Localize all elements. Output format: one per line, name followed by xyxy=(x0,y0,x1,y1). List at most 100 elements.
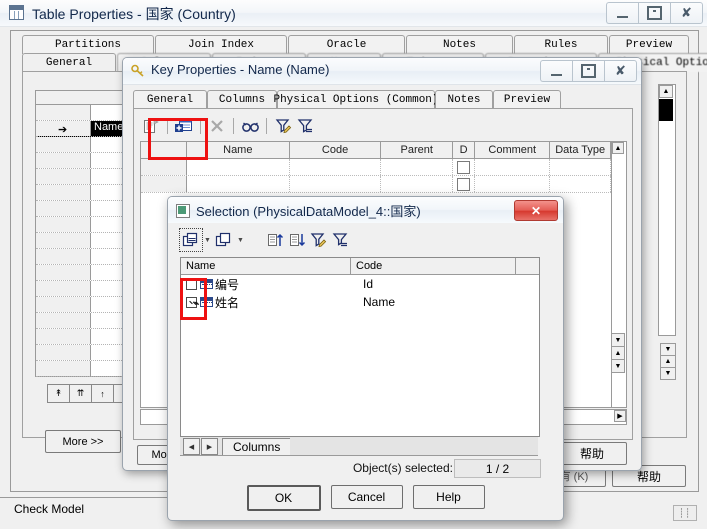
column-header-code: Code xyxy=(351,258,516,274)
nav-down-icon[interactable]: ▼ xyxy=(611,333,625,347)
scroll-up-arrow-icon[interactable]: ▲ xyxy=(612,142,624,154)
tab-rules[interactable]: Rules xyxy=(514,35,608,54)
scroll-thumb[interactable] xyxy=(659,99,673,121)
selection-tabbar: ◀ ▶ Columns xyxy=(180,437,538,456)
nav-bottom-icon[interactable]: ▼ xyxy=(660,367,676,380)
minimize-button[interactable] xyxy=(606,2,638,24)
sort-ascending-icon[interactable] xyxy=(264,229,286,251)
ok-button[interactable]: OK xyxy=(246,485,321,511)
apply-filter-icon[interactable] xyxy=(294,116,316,136)
list-item[interactable]: 编号 Id xyxy=(181,275,539,293)
minimize-button[interactable] xyxy=(540,60,572,82)
delete-icon[interactable] xyxy=(206,116,228,136)
close-button[interactable]: ✘ xyxy=(670,2,703,24)
table-row[interactable] xyxy=(141,159,611,176)
status-resize-grip[interactable]: ┊┊ xyxy=(673,505,697,521)
grid-header-comment: Comment xyxy=(475,142,551,158)
column-header-name: Name xyxy=(181,258,351,274)
tab-join-index[interactable]: Join Index xyxy=(155,35,287,54)
table-icon xyxy=(9,5,24,20)
tab-scroll-left-icon[interactable]: ◀ xyxy=(183,438,200,455)
selection-title: Selection (PhysicalDataModel_4::国家) xyxy=(196,204,421,219)
selection-icon xyxy=(176,204,190,218)
grid-header-parent: Parent xyxy=(381,142,454,158)
table-properties-tabrow-top: Partitions Join Index Oracle Notes Rules… xyxy=(22,35,689,54)
close-icon: ✘ xyxy=(615,63,626,78)
close-icon: ✘ xyxy=(681,5,692,20)
selection-dialog: Selection (PhysicalDataModel_4::国家) ✕ ▼ … xyxy=(167,196,564,521)
cancel-button[interactable]: Cancel xyxy=(330,485,403,509)
table-row[interactable] xyxy=(141,176,611,193)
tab-partitions[interactable]: Partitions xyxy=(22,35,154,54)
tab-general[interactable]: General xyxy=(133,90,207,109)
properties-icon[interactable] xyxy=(140,116,162,136)
apply-filter-icon[interactable] xyxy=(330,229,352,251)
find-icon[interactable] xyxy=(239,116,261,136)
restore-button[interactable] xyxy=(638,2,670,24)
key-properties-toolbar xyxy=(140,114,316,138)
grid-header-d: D xyxy=(453,142,476,158)
table-row-name: Name xyxy=(94,121,124,133)
row-checkbox[interactable] xyxy=(186,296,197,308)
deselect-all-icon[interactable] xyxy=(213,229,235,251)
key-properties-titlebar: Key Properties - Name (Name) ✘ xyxy=(123,58,641,85)
select-all-dropdown-icon[interactable]: ▼ xyxy=(202,229,213,251)
tab-preview[interactable]: Preview xyxy=(493,90,561,109)
table-right-nav-buttons: ▼ ▲ ▼ xyxy=(660,343,676,380)
grid-header-data-type: Data Type xyxy=(550,142,611,158)
table-properties-titlebar: Table Properties - 国家 (Country) ✘ xyxy=(0,0,707,27)
tab-physical-options-common[interactable]: Physical Options (Common) xyxy=(273,90,439,109)
selection-dialog-buttons: OK Cancel Help xyxy=(168,485,563,511)
key-help-button[interactable]: 帮助 xyxy=(557,442,627,465)
selection-list[interactable]: Name Code 编号 Id 姓名 Name xyxy=(180,257,540,437)
tab-columns[interactable]: Columns xyxy=(222,438,291,455)
table-right-scrollbar[interactable]: ▲ xyxy=(658,84,676,336)
move-up-fast-icon[interactable]: ⇈ xyxy=(69,384,92,403)
nav-top-icon[interactable]: ▲ xyxy=(611,346,625,360)
tab-preview[interactable]: Preview xyxy=(609,35,689,54)
key-grid-nav-buttons: ▼ ▲ ▼ xyxy=(611,333,625,373)
tab-oracle[interactable]: Oracle xyxy=(288,35,405,54)
table-properties-window-buttons: ✘ xyxy=(606,2,703,24)
close-button[interactable]: ✕ xyxy=(514,200,558,221)
move-up-icon[interactable]: ↑ xyxy=(91,384,114,403)
move-to-top-icon[interactable]: ↟ xyxy=(47,384,70,403)
scroll-right-arrow-icon[interactable]: ▶ xyxy=(614,410,626,422)
list-item-name: 姓名 xyxy=(215,295,240,310)
column-icon xyxy=(200,279,213,289)
row-checkbox[interactable] xyxy=(186,278,197,290)
row-checkbox[interactable] xyxy=(457,160,471,174)
scroll-up-arrow-icon[interactable]: ▲ xyxy=(659,85,673,98)
row-checkbox[interactable] xyxy=(457,177,471,191)
objects-selected-value: 1 / 2 xyxy=(454,459,541,478)
toolbar-separator xyxy=(167,118,168,134)
help-button[interactable]: Help xyxy=(412,485,485,509)
tab-notes[interactable]: Notes xyxy=(406,35,513,54)
column-header-spacer xyxy=(516,258,539,274)
tab-notes[interactable]: Notes xyxy=(435,90,493,109)
restore-button[interactable] xyxy=(572,60,604,82)
key-icon xyxy=(131,64,145,78)
list-item[interactable]: 姓名 Name xyxy=(181,293,539,311)
grid-header-name: Name xyxy=(187,142,290,158)
tab-general[interactable]: General xyxy=(22,53,116,73)
list-item-code: Name xyxy=(363,295,396,309)
edit-filter-icon[interactable] xyxy=(272,116,294,136)
tab-check-model[interactable]: Check Model xyxy=(6,500,94,518)
tab-scroll-right-icon[interactable]: ▶ xyxy=(201,438,218,455)
nav-bottom-icon[interactable]: ▼ xyxy=(611,359,625,373)
deselect-all-dropdown-icon[interactable]: ▼ xyxy=(235,229,246,251)
toolbar-separator xyxy=(200,118,201,134)
objects-selected-label: Object(s) selected: xyxy=(352,461,453,475)
table-properties-title: Table Properties - 国家 (Country) xyxy=(32,6,236,22)
add-columns-icon[interactable] xyxy=(173,116,195,136)
edit-filter-icon[interactable] xyxy=(308,229,330,251)
grid-header-code: Code xyxy=(290,142,382,158)
sort-descending-icon[interactable] xyxy=(286,229,308,251)
selection-toolbar: ▼ ▼ xyxy=(179,227,352,253)
more-button[interactable]: More >> xyxy=(45,430,121,453)
select-all-icon[interactable] xyxy=(179,228,203,252)
close-button[interactable]: ✘ xyxy=(604,60,637,82)
tab-columns[interactable]: Columns xyxy=(207,90,277,110)
close-icon: ✕ xyxy=(530,203,542,218)
